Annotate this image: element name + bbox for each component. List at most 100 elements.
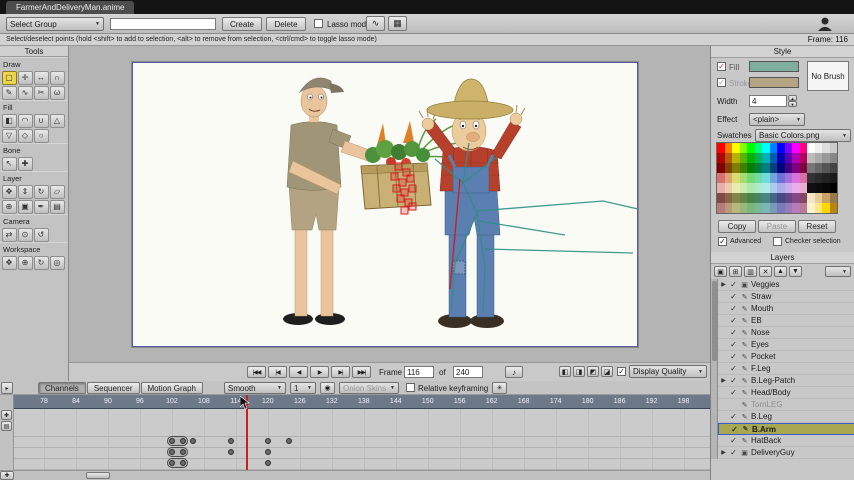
palette-swatch[interactable] [814,203,822,213]
autokey-button[interactable]: ✳ [492,382,507,394]
add-channel-icon[interactable]: ✚ [1,410,12,420]
palette-swatch[interactable] [814,183,822,193]
palette-swatch[interactable] [777,173,785,183]
visibility-check-icon[interactable]: ✓ [729,364,738,373]
palette-swatch[interactable] [799,153,807,163]
palette-swatch[interactable] [829,193,837,203]
palette-swatch[interactable] [822,173,830,183]
palette-swatch[interactable] [769,143,777,153]
palette-swatch[interactable] [807,173,815,183]
palette-swatch[interactable] [769,193,777,203]
palette-swatch[interactable] [747,153,755,163]
palette-swatch[interactable] [724,203,732,213]
palette-swatch[interactable] [784,193,792,203]
pan-workspace-tool[interactable]: ✥ [1,255,17,270]
palette-swatch[interactable] [754,153,762,163]
timeline-options-button[interactable]: ▸ [1,382,13,394]
palette-swatch[interactable] [762,143,770,153]
visibility-check-icon[interactable]: ✓ [729,292,738,301]
palette-swatch[interactable] [724,153,732,163]
delete-shape-tool[interactable]: ○ [33,128,49,143]
display-quality-dropdown[interactable]: Display Quality [629,365,707,378]
palette-swatch[interactable] [732,173,740,183]
palette-swatch[interactable] [717,203,725,213]
crop-layer-tool[interactable]: ▤ [49,199,65,214]
palette-swatch[interactable] [762,183,770,193]
effect-dropdown[interactable]: <plain> [749,113,805,126]
translate-points-tool[interactable]: ✛ [17,70,33,85]
palette-swatch[interactable] [739,173,747,183]
visibility-check-icon[interactable]: ✓ [729,388,738,397]
palette-swatch[interactable] [717,183,725,193]
palette-swatch[interactable] [784,173,792,183]
fill-color-swatch[interactable] [749,61,799,72]
user-icon[interactable] [818,17,832,31]
keyframe[interactable] [179,449,186,455]
fill-checkbox[interactable]: ✓ [717,62,726,71]
palette-swatch[interactable] [732,153,740,163]
layer-row-straw[interactable]: ✓ ✎ Straw [718,291,854,303]
tab-channels[interactable]: Channels [38,382,86,394]
palette-swatch[interactable] [739,203,747,213]
drawing-canvas[interactable] [132,62,639,347]
palette-swatch[interactable] [807,203,815,213]
checker-selection-checkbox[interactable] [773,237,782,246]
stroke-color-swatch[interactable] [749,77,799,88]
palette-swatch[interactable] [799,163,807,173]
keyframe[interactable] [227,449,234,455]
copy-style-button[interactable]: Copy [718,220,756,233]
palette-swatch[interactable] [762,203,770,213]
palette-swatch[interactable] [792,163,800,173]
palette-swatch[interactable] [739,163,747,173]
visibility-check-icon[interactable]: ✓ [730,425,739,434]
zoom-camera-tool[interactable]: ⊙ [17,227,33,242]
track-camera-tool[interactable]: ⇄ [1,227,17,242]
keyframe[interactable] [264,449,271,455]
palette-swatch[interactable] [762,153,770,163]
palette-swatch[interactable] [792,153,800,163]
keyframe[interactable] [227,438,234,444]
shear-layer-tool[interactable]: ▱ [49,184,65,199]
tab-sequencer[interactable]: Sequencer [86,382,140,394]
quality-checkbox[interactable]: ✓ [617,367,626,376]
layer-row-tornleg[interactable]: ✎ TornLEG [718,399,854,411]
palette-swatch[interactable] [822,193,830,203]
visibility-check-icon[interactable]: ✓ [729,328,738,337]
add-bone-tool[interactable]: ✚ [17,156,33,171]
expand-arrow-icon[interactable]: ▶ [720,449,727,456]
delete-edge-tool[interactable]: ✂ [33,85,49,100]
end-frame-input[interactable]: 240 [453,366,483,378]
scroll-corner-button[interactable]: ✚ [0,471,14,480]
palette-swatch[interactable] [754,183,762,193]
scale-points-tool[interactable]: ↔ [33,70,49,85]
palette-swatch[interactable] [732,163,740,173]
palette-swatch[interactable] [799,183,807,193]
palette-swatch[interactable] [792,193,800,203]
visibility-check-icon[interactable]: ✓ [729,280,738,289]
palette-swatch[interactable] [747,173,755,183]
palette-swatch[interactable] [754,163,762,173]
palette-swatch[interactable] [807,183,815,193]
onion-skins-dropdown[interactable]: Onion Skins [339,382,399,394]
palette-swatch[interactable] [754,173,762,183]
add-point-tool[interactable]: ✎ [1,85,17,100]
layers-scroll-thumb[interactable] [712,281,717,361]
audio-mute-button[interactable]: ♪ [505,366,523,378]
raise-layer-icon[interactable]: ▲ [774,266,787,277]
palette-swatch[interactable] [747,143,755,153]
visibility-check-icon[interactable]: ✓ [729,376,738,385]
palette-swatch[interactable] [717,143,725,153]
palette-swatch[interactable] [807,153,815,163]
palette-swatch[interactable] [807,193,815,203]
select-points-tool[interactable]: ▢ [1,70,17,85]
visibility-check-icon[interactable]: ✓ [729,412,738,421]
channel-list-icon[interactable]: ▤ [1,421,12,431]
visibility-check-icon[interactable]: ✓ [729,352,738,361]
palette-swatch[interactable] [769,163,777,173]
relative-keyframing-checkbox[interactable] [406,383,415,392]
keyframe[interactable] [264,438,271,444]
palette-swatch[interactable] [792,203,800,213]
quality-toggle-bones[interactable]: ◪ [601,366,613,377]
line-width-tool[interactable]: △ [49,113,65,128]
palette-swatch[interactable] [777,163,785,173]
